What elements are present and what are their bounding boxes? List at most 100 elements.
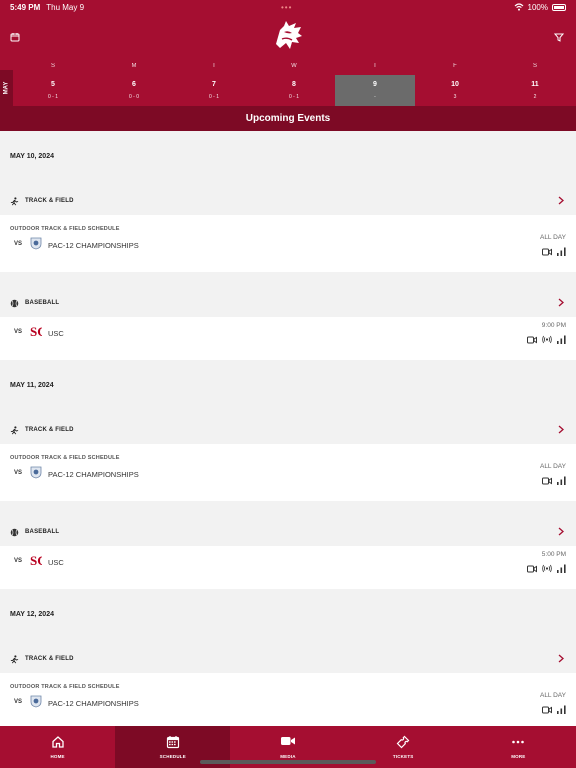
day-cell[interactable]: F 10 3	[415, 60, 495, 106]
sport-row-track[interactable]: TRACK & FIELD	[0, 187, 576, 215]
video-icon[interactable]	[527, 565, 537, 573]
section-title: Upcoming Events	[0, 106, 576, 131]
day-cell[interactable]: S 5 0 - 1	[13, 60, 93, 106]
event-time: ALL DAY	[539, 234, 566, 241]
day-cell[interactable]: M 6 0 - 0	[94, 60, 174, 106]
more-icon	[512, 740, 525, 744]
vs-label: VS	[14, 558, 23, 564]
opponent-name: PAC-12 CHAMPIONSHIPS	[48, 241, 139, 250]
day-of-week: T	[373, 63, 377, 69]
day-cell-selected[interactable]: T 9 -	[335, 60, 415, 106]
day-cell[interactable]: W 8 0 - 1	[254, 60, 334, 106]
event-schedule-label: OUTDOOR TRACK & FIELD SCHEDULE	[10, 455, 120, 461]
event-time: 5:00 PM	[541, 551, 566, 558]
selected-day-highlight	[335, 75, 415, 106]
video-icon[interactable]	[542, 706, 552, 714]
radio-broadcast-icon[interactable]	[542, 564, 552, 573]
tab-label: SCHEDULE	[159, 754, 186, 759]
date-header: MAY 10, 2024	[10, 153, 54, 160]
home-indicator[interactable]	[200, 760, 376, 764]
video-icon[interactable]	[542, 248, 552, 256]
video-icon	[280, 737, 295, 745]
event-card[interactable]: VS SC USC 5:00 PM	[0, 546, 576, 589]
filter-icon[interactable]	[554, 32, 564, 42]
opponent-name: USC	[48, 558, 64, 567]
radio-broadcast-icon[interactable]	[542, 335, 552, 344]
svg-text:SC: SC	[30, 553, 42, 568]
stats-bars-icon[interactable]	[557, 705, 566, 714]
event-schedule-label: OUTDOOR TRACK & FIELD SCHEDULE	[10, 684, 120, 690]
tab-label: TICKETS	[392, 754, 414, 759]
event-schedule-label: OUTDOOR TRACK & FIELD SCHEDULE	[10, 226, 120, 232]
event-time: ALL DAY	[539, 463, 566, 470]
stats-bars-icon[interactable]	[557, 335, 566, 344]
battery-icon	[552, 3, 566, 11]
tab-label: MORE	[511, 754, 526, 759]
calendar-icon[interactable]	[10, 32, 20, 42]
status-date: Thu May 9	[46, 2, 85, 12]
pac12-logo-icon	[30, 695, 42, 708]
day-of-week: T	[212, 63, 216, 69]
day-record: 0 - 0	[128, 94, 139, 100]
video-icon[interactable]	[527, 336, 537, 344]
tab-more[interactable]: MORE	[461, 726, 576, 768]
media-options	[527, 564, 566, 573]
day-of-week: W	[291, 63, 297, 69]
usc-logo-icon: SC	[30, 324, 42, 339]
event-card[interactable]: VS SC USC 9:00 PM	[0, 317, 576, 360]
app-header	[0, 14, 576, 60]
day-number: 8	[292, 81, 296, 88]
day-number: 6	[132, 81, 136, 88]
vs-label: VS	[14, 329, 23, 335]
event-card[interactable]: OUTDOOR TRACK & FIELD SCHEDULE VS PAC-12…	[0, 673, 576, 726]
day-of-week: S	[532, 63, 537, 69]
day-record: 0 - 1	[208, 94, 219, 100]
day-cell[interactable]: S 11 2	[495, 60, 575, 106]
chevron-right-icon[interactable]	[558, 527, 564, 536]
ticket-icon	[396, 735, 410, 749]
day-number: 10	[451, 81, 459, 88]
video-icon[interactable]	[542, 477, 552, 485]
baseball-icon	[10, 299, 19, 307]
week-calendar: MAY S 5 0 - 1 M 6 0 - 0 T 7 0 - 1 W 8 0 …	[0, 60, 576, 106]
battery-percent: 100%	[527, 2, 548, 12]
day-of-week: F	[453, 63, 457, 69]
month-label: MAY	[0, 70, 13, 106]
event-card[interactable]: OUTDOOR TRACK & FIELD SCHEDULE VS PAC-12…	[0, 444, 576, 501]
svg-text:SC: SC	[30, 324, 42, 339]
day-record: -	[374, 94, 376, 100]
sport-row-track[interactable]: TRACK & FIELD	[0, 416, 576, 444]
chevron-right-icon[interactable]	[558, 425, 564, 434]
stats-bars-icon[interactable]	[557, 247, 566, 256]
vs-label: VS	[14, 699, 23, 705]
event-card[interactable]: OUTDOOR TRACK & FIELD SCHEDULE VS PAC-12…	[0, 215, 576, 272]
date-header: MAY 12, 2024	[10, 611, 54, 618]
tab-home[interactable]: HOME	[0, 726, 115, 768]
sport-row-track[interactable]: TRACK & FIELD	[0, 645, 576, 673]
sport-label: BASEBALL	[25, 529, 60, 535]
stats-bars-icon[interactable]	[557, 476, 566, 485]
stats-bars-icon[interactable]	[557, 564, 566, 573]
chevron-right-icon[interactable]	[558, 298, 564, 307]
status-time: 5:49 PM	[10, 2, 41, 12]
day-record: 0 - 1	[47, 94, 58, 100]
runner-icon	[10, 654, 19, 663]
events-feed[interactable]: MAY 10, 2024 TRACK & FIELD OUTDOOR TRACK…	[0, 131, 576, 726]
day-of-week: M	[131, 63, 137, 69]
tab-label: HOME	[50, 754, 65, 759]
event-time: 9:00 PM	[541, 322, 566, 329]
sport-label: TRACK & FIELD	[25, 656, 74, 662]
sport-row-baseball[interactable]: BASEBALL	[0, 289, 576, 317]
status-bar: 5:49 PM Thu May 9 ••• 100%	[0, 0, 576, 14]
wifi-icon	[514, 3, 523, 11]
chevron-right-icon[interactable]	[558, 654, 564, 663]
sport-row-baseball[interactable]: BASEBALL	[0, 518, 576, 546]
chevron-right-icon[interactable]	[558, 196, 564, 205]
date-header: MAY 11, 2024	[10, 382, 54, 389]
day-record: 2	[533, 94, 537, 100]
day-number: 11	[531, 81, 539, 88]
media-options	[542, 247, 566, 256]
multitask-dots-icon[interactable]: •••	[281, 3, 292, 12]
day-cell[interactable]: T 7 0 - 1	[174, 60, 254, 106]
vs-label: VS	[14, 470, 23, 476]
